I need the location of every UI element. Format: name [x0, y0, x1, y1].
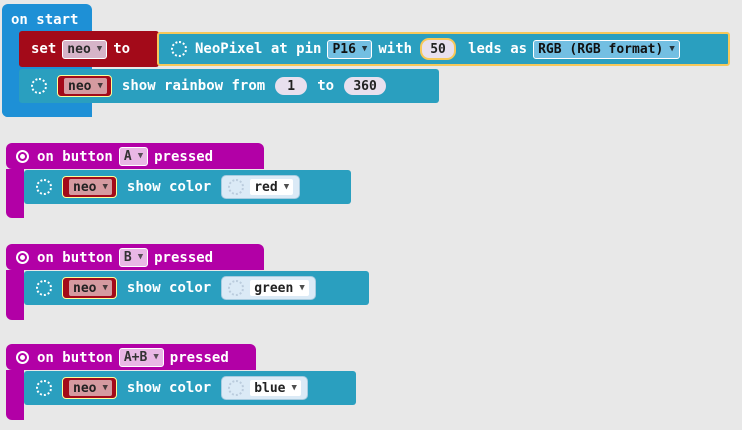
chevron-down-icon: ▼	[283, 182, 290, 192]
show-color-variable-name: neo	[73, 179, 97, 195]
button-event-icon	[16, 351, 29, 364]
rainbow-to-label: to	[317, 78, 335, 94]
button-event-icon	[16, 150, 29, 163]
neopixel-label: NeoPixel at pin	[195, 41, 322, 57]
rainbow-variable-pill[interactable]: neo ▼	[57, 75, 112, 97]
show-color-label: show color	[126, 179, 212, 195]
color-pill[interactable]: blue ▼	[221, 376, 308, 400]
color-value: red	[254, 179, 278, 195]
set-variable-name: neo	[67, 41, 91, 57]
show-color-block-b[interactable]: neo ▼ show color green ▼	[24, 271, 369, 305]
format-dropdown[interactable]: RGB (RGB format) ▼	[533, 39, 680, 59]
show-color-variable-pill[interactable]: neo ▼	[62, 176, 117, 198]
color-dropdown[interactable]: green ▼	[250, 280, 309, 296]
rainbow-variable-dropdown[interactable]: neo ▼	[64, 78, 107, 94]
color-pill[interactable]: green ▼	[221, 276, 316, 300]
set-variable-dropdown[interactable]: neo ▼	[62, 39, 108, 59]
show-color-block-ab[interactable]: neo ▼ show color blue ▼	[24, 371, 356, 405]
format-value: RGB (RGB format)	[538, 41, 664, 57]
leds-as-label: leds as	[468, 41, 528, 57]
show-color-gear-icon	[36, 380, 52, 396]
show-color-block-a[interactable]: neo ▼ show color red ▼	[24, 170, 351, 204]
chevron-down-icon: ▼	[102, 383, 108, 393]
button-a-value: A	[123, 149, 132, 164]
button-b-value: B	[123, 250, 132, 265]
button-ab-dropdown[interactable]: A+B ▼	[118, 348, 164, 367]
show-color-variable-dropdown[interactable]: neo ▼	[69, 280, 112, 296]
color-pill[interactable]: red ▼	[221, 175, 301, 199]
show-color-variable-name: neo	[73, 380, 97, 396]
color-gear-icon	[228, 280, 245, 296]
set-variable-block[interactable]: set neo ▼ to	[19, 31, 159, 67]
show-color-variable-name: neo	[73, 280, 97, 296]
pin-value: P16	[332, 41, 356, 57]
color-value: green	[254, 280, 294, 296]
color-dropdown[interactable]: red ▼	[250, 179, 294, 195]
pressed-label: pressed	[154, 249, 214, 266]
color-dropdown[interactable]: blue ▼	[250, 380, 301, 396]
show-color-variable-dropdown[interactable]: neo ▼	[69, 380, 112, 396]
neopixel-create-block[interactable]: NeoPixel at pin P16 ▼ with 50 leds as RG…	[157, 32, 730, 66]
on-button-label: on button	[37, 249, 113, 266]
chevron-down-icon: ▼	[361, 43, 368, 54]
to-label: to	[113, 41, 131, 57]
chevron-down-icon: ▼	[291, 383, 297, 393]
chevron-down-icon: ▼	[102, 283, 108, 293]
show-rainbow-block[interactable]: neo ▼ show rainbow from 1 to 360	[19, 69, 439, 103]
show-color-variable-pill[interactable]: neo ▼	[62, 277, 117, 299]
pin-dropdown[interactable]: P16 ▼	[327, 39, 373, 59]
show-color-gear-icon	[36, 280, 52, 296]
on-button-label: on button	[37, 148, 113, 165]
show-color-variable-pill[interactable]: neo ▼	[62, 377, 117, 399]
rainbow-to-input[interactable]: 360	[344, 77, 387, 95]
with-label: with	[378, 41, 413, 57]
button-ab-value: A+B	[123, 350, 148, 365]
chevron-down-icon: ▼	[137, 252, 144, 262]
button-a-dropdown[interactable]: A ▼	[118, 147, 149, 166]
pressed-label: pressed	[154, 148, 214, 165]
rainbow-from-input[interactable]: 1	[275, 77, 308, 95]
button-b-dropdown[interactable]: B ▼	[118, 248, 149, 267]
chevron-down-icon: ▼	[299, 283, 305, 293]
button-event-icon	[16, 251, 29, 264]
chevron-down-icon: ▼	[102, 182, 108, 192]
chevron-down-icon: ▼	[137, 151, 144, 161]
rainbow-gear-icon	[31, 78, 47, 94]
rainbow-label: show rainbow from	[121, 78, 266, 94]
color-value: blue	[254, 380, 286, 396]
show-color-gear-icon	[36, 179, 52, 195]
color-gear-icon	[228, 380, 245, 396]
chevron-down-icon: ▼	[97, 81, 103, 91]
neopixel-gear-icon	[171, 41, 187, 57]
chevron-down-icon: ▼	[96, 43, 103, 54]
set-label: set	[31, 41, 57, 57]
chevron-down-icon: ▼	[153, 352, 159, 362]
color-gear-icon	[228, 179, 245, 195]
show-color-variable-dropdown[interactable]: neo ▼	[69, 179, 112, 195]
on-start-label: on start	[11, 12, 79, 28]
leds-count-input[interactable]: 50	[420, 38, 457, 60]
show-color-label: show color	[126, 280, 212, 296]
chevron-down-icon: ▼	[669, 43, 675, 54]
on-button-label: on button	[37, 349, 113, 366]
rainbow-variable-name: neo	[68, 78, 92, 94]
pressed-label: pressed	[169, 349, 229, 366]
show-color-label: show color	[126, 380, 212, 396]
